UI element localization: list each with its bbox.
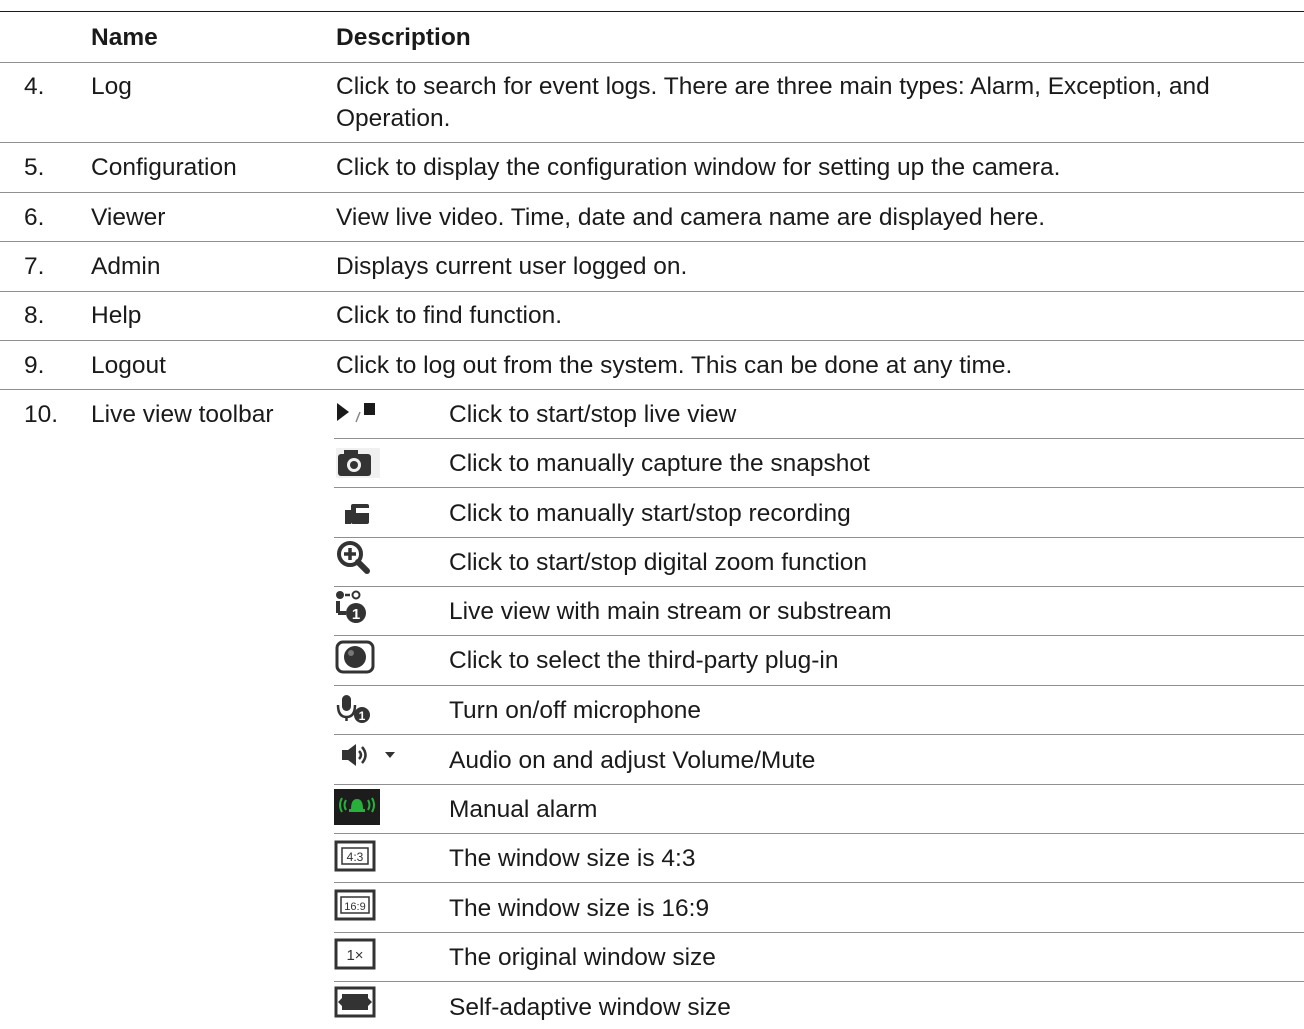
table-top-rule: [0, 11, 1304, 12]
toolbar-description: Click to manually start/stop recording: [449, 500, 851, 527]
play-stop-icon: [334, 397, 380, 433]
toolbar-description: Live view with main stream or substream: [449, 598, 892, 625]
zoom-in-icon: [334, 539, 380, 575]
row-number: 5.: [24, 154, 45, 181]
toolbar-description: Turn on/off microphone: [449, 697, 701, 724]
video-record-icon: [334, 496, 380, 532]
divider: [0, 62, 1304, 63]
divider: [334, 438, 1304, 439]
divider: [0, 389, 1304, 390]
divider: [334, 882, 1304, 883]
divider: [0, 340, 1304, 341]
toolbar-description: Audio on and adjust Volume/Mute: [449, 747, 816, 774]
row-description: Click to display the configuration windo…: [336, 154, 1061, 181]
self-adaptive-icon: [334, 986, 380, 1022]
divider: [0, 142, 1304, 143]
toolbar-description: Click to manually capture the snapshot: [449, 450, 870, 477]
divider: [334, 635, 1304, 636]
row-description: Click to find function.: [336, 302, 563, 329]
toolbar-description: Click to start/stop digital zoom functio…: [449, 549, 868, 576]
stream-select-icon: 1: [334, 589, 380, 625]
row-description: Click to search for event logs. There ar…: [336, 73, 1210, 132]
plugin-icon: [334, 639, 380, 675]
divider: [334, 784, 1304, 785]
divider: [334, 685, 1304, 686]
ratio-16-9-icon-label: 16:9: [344, 901, 365, 913]
row-name: Configuration: [91, 154, 237, 181]
microphone-icon: 1: [334, 693, 380, 729]
ratio-4-3-icon: 4:3: [334, 840, 380, 876]
ratio-16-9-icon: 16:9: [334, 889, 380, 925]
row-number: 10.: [24, 401, 59, 428]
row-description: View live video. Time, date and camera n…: [336, 204, 1046, 231]
row-name: Admin: [91, 253, 161, 280]
divider: [334, 487, 1304, 488]
row-description: Click to log out from the system. This c…: [336, 352, 1013, 379]
divider: [334, 833, 1304, 834]
toolbar-description: Click to select the third-party plug-in: [449, 647, 839, 674]
row-number: 4.: [24, 73, 45, 100]
row-name: Logout: [91, 352, 166, 379]
svg-text:1: 1: [352, 606, 360, 623]
row-number: 9.: [24, 352, 45, 379]
svg-text:1: 1: [359, 709, 366, 723]
toolbar-description: Self-adaptive window size: [449, 994, 731, 1021]
row-name: Live view toolbar: [91, 401, 274, 428]
original-size-icon-label: 1×: [346, 947, 363, 964]
manual-alarm-icon: [334, 789, 380, 825]
divider: [0, 291, 1304, 292]
divider: [0, 192, 1304, 193]
row-number: 7.: [24, 253, 45, 280]
divider: [334, 586, 1304, 587]
column-header-description: Description: [336, 24, 471, 51]
toolbar-description: Click to start/stop live view: [449, 401, 737, 428]
row-name: Log: [91, 73, 132, 100]
divider: [334, 981, 1304, 982]
toolbar-description: The original window size: [449, 944, 716, 971]
divider: [334, 734, 1304, 735]
divider: [334, 537, 1304, 538]
toolbar-description: Manual alarm: [449, 796, 598, 823]
row-name: Help: [91, 302, 142, 329]
row-number: 8.: [24, 302, 45, 329]
ratio-4-3-icon-label: 4:3: [347, 850, 364, 864]
toolbar-description: The window size is 16:9: [449, 895, 710, 922]
column-header-name: Name: [91, 24, 158, 51]
divider: [334, 932, 1304, 933]
camera-snapshot-icon: [334, 446, 380, 482]
divider: [0, 241, 1304, 242]
row-name: Viewer: [91, 204, 166, 231]
toolbar-description: The window size is 4:3: [449, 845, 696, 872]
row-description: Displays current user logged on.: [336, 253, 688, 280]
original-size-icon: 1×: [334, 938, 380, 974]
row-number: 6.: [24, 204, 45, 231]
speaker-volume-icon: [334, 740, 404, 776]
